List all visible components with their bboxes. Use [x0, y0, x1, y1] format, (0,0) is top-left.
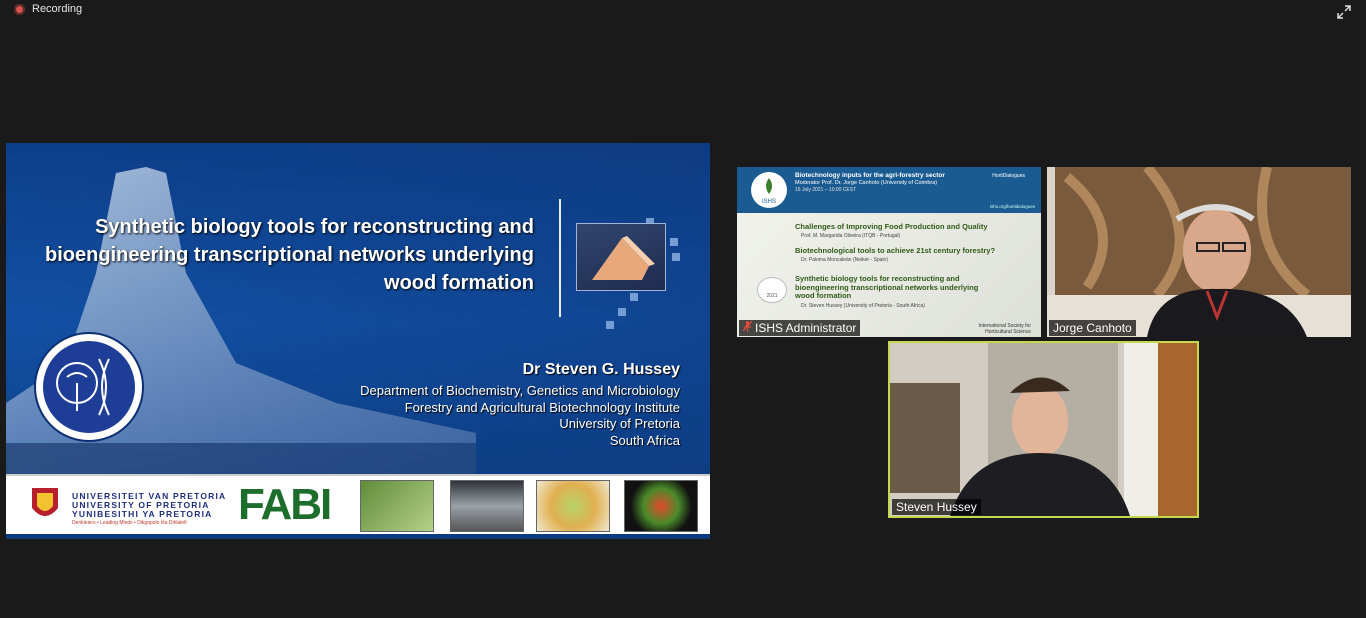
svg-text:ISHS: ISHS: [762, 199, 776, 205]
participant-name: ISHS Administrator: [739, 320, 861, 336]
recording-label: Recording: [32, 3, 83, 15]
university-tagline: Denkleiers • Leading Minds • Dikgopolo t…: [72, 520, 187, 526]
plant-photo: [360, 480, 434, 532]
talk-speaker: Dr. Steven Hussey (University of Pretori…: [801, 303, 925, 309]
participant-tile[interactable]: Jorge Canhoto: [1047, 167, 1351, 337]
affiliation-line: Department of Biochemistry, Genetics and…: [360, 383, 680, 398]
participant-tile-active[interactable]: Steven Hussey: [888, 341, 1199, 518]
mic-muted-icon: [742, 320, 753, 336]
ishs-logo: ISHS: [751, 172, 787, 208]
ishs-url: ishs.org/hortidialogues: [989, 204, 1035, 209]
recording-dot-icon: [14, 3, 25, 15]
forest-genetics-logo: [34, 332, 144, 442]
participant-video: [890, 343, 1197, 516]
ishs-slide-header: ISHS Biotechnology inputs for the agri-f…: [737, 167, 1041, 213]
talk-speaker: Dr. Paloma Moncaleán (Neiker - Spain): [801, 257, 888, 263]
protein-structure-image: [624, 480, 698, 532]
ishs-header-title: Biotechnology inputs for the agri-forest…: [795, 172, 945, 179]
slide-title: Synthetic biology tools for reconstructi…: [45, 216, 534, 294]
presenter-name: Dr Steven G. Hussey: [522, 361, 680, 378]
university-name: UNIVERSITEIT VAN PRETORIA UNIVERSITY OF …: [72, 491, 227, 519]
affiliation-line: Forestry and Agricultural Biotechnology …: [404, 399, 680, 415]
logos-bar: UNIVERSITEIT VAN PRETORIA UNIVERSITY OF …: [6, 474, 710, 534]
slide-building-photo: [576, 223, 666, 291]
ishs-slide-body: Challenges of Improving Food Production …: [737, 213, 1041, 337]
presenter-block: Dr Steven G. Hussey Department of Bioche…: [360, 361, 680, 449]
talk-title: Challenges of Improving Food Production …: [795, 222, 988, 231]
ishs-header-moderator: Moderator Prof. Dr. Jorge Canhoto (Unive…: [795, 180, 938, 186]
participant-name: Steven Hussey: [892, 499, 981, 515]
tree-trunk-photo: [450, 480, 524, 532]
ishs-brand: HortiDialogues: [992, 173, 1025, 179]
affiliation-line: South Africa: [609, 432, 680, 448]
talk-speaker: Prof. M. Margarida Oliveira (ITQB - Port…: [801, 233, 901, 239]
fabi-logo: FABI: [238, 480, 332, 529]
ishs-footer: International Society for Horticultural …: [978, 323, 1031, 335]
year-of-fruits-badge: 2021: [757, 277, 787, 303]
affiliation-line: University of Pretoria: [559, 416, 680, 431]
participant-name: Jorge Canhoto: [1049, 320, 1136, 336]
participant-tile[interactable]: ISHS Biotechnology inputs for the agri-f…: [737, 167, 1041, 337]
ishs-header-date: 15 July 2021 – 10:00 CEST: [795, 187, 857, 193]
shared-screen: Synthetic biology tools for reconstructi…: [6, 143, 710, 539]
recording-indicator[interactable]: Recording: [14, 3, 82, 15]
participant-video: [1047, 167, 1351, 337]
wood-cross-section-photo: [536, 480, 610, 532]
talk-title: Synthetic biology tools for reconstructi…: [795, 274, 979, 300]
university-crest-icon: [32, 488, 58, 516]
slide-divider: [559, 199, 561, 317]
talk-title: Biotechnological tools to achieve 21st c…: [795, 246, 996, 255]
expand-icon[interactable]: [1336, 4, 1352, 20]
